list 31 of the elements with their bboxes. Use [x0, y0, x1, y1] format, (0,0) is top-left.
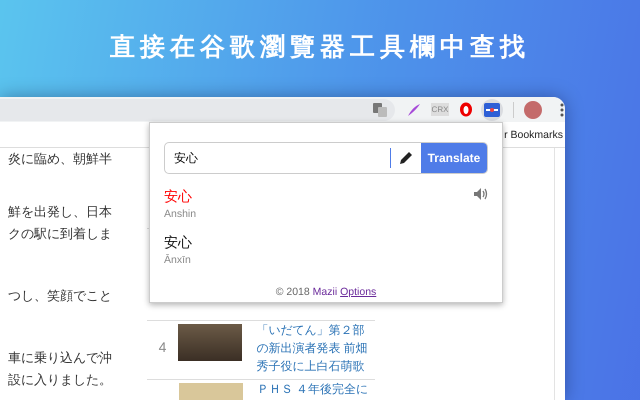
news-link[interactable]: ＰＨＳ ４年後完全に: [256, 380, 375, 398]
ring-icon: [459, 102, 473, 117]
pencil-icon[interactable]: [398, 150, 414, 166]
article-text: クの駅に到着しま: [7, 225, 112, 243]
article-text: つし、笑顔でこと: [7, 287, 112, 305]
article-text: 鮮を出発し、日本: [7, 203, 112, 221]
extension-button[interactable]: CRX: [429, 98, 451, 120]
photo-placeholder: [178, 324, 242, 361]
result-word[interactable]: 安心: [164, 188, 196, 206]
news-link[interactable]: 「いだてん」第２部の新出演者発表 前畑秀子役に上白石萌歌: [256, 321, 375, 375]
result-reading: Anshin: [164, 208, 196, 220]
rank-number: 4: [158, 339, 168, 355]
result-reading: Ānxīn: [164, 254, 192, 266]
search-field[interactable]: 安心 Translate: [164, 142, 488, 174]
menu-icon[interactable]: [560, 102, 564, 116]
result-word[interactable]: 安心: [164, 234, 192, 252]
feather-icon: [407, 102, 421, 116]
options-link[interactable]: Options: [340, 286, 376, 298]
article-text: 設に入りました。: [7, 371, 112, 389]
article-text: 炎に臨め、朝鮮半: [7, 150, 112, 168]
avatar[interactable]: [524, 100, 542, 118]
article-text: 車に乗り込んで沖: [7, 349, 112, 367]
bookmarks-label[interactable]: r Bookmarks: [504, 128, 563, 140]
speaker-icon[interactable]: [474, 188, 488, 200]
crx-icon: CRX: [430, 103, 450, 116]
footer-text: © 2018 Mazii Options: [274, 286, 378, 298]
extension-button[interactable]: [481, 98, 503, 120]
dictionary-icon: [484, 102, 500, 116]
translate-button[interactable]: Translate: [421, 143, 487, 173]
banner-title: 直接在谷歌瀏覽器工具欄中查找: [110, 32, 530, 63]
translate-icon[interactable]: [373, 102, 387, 116]
